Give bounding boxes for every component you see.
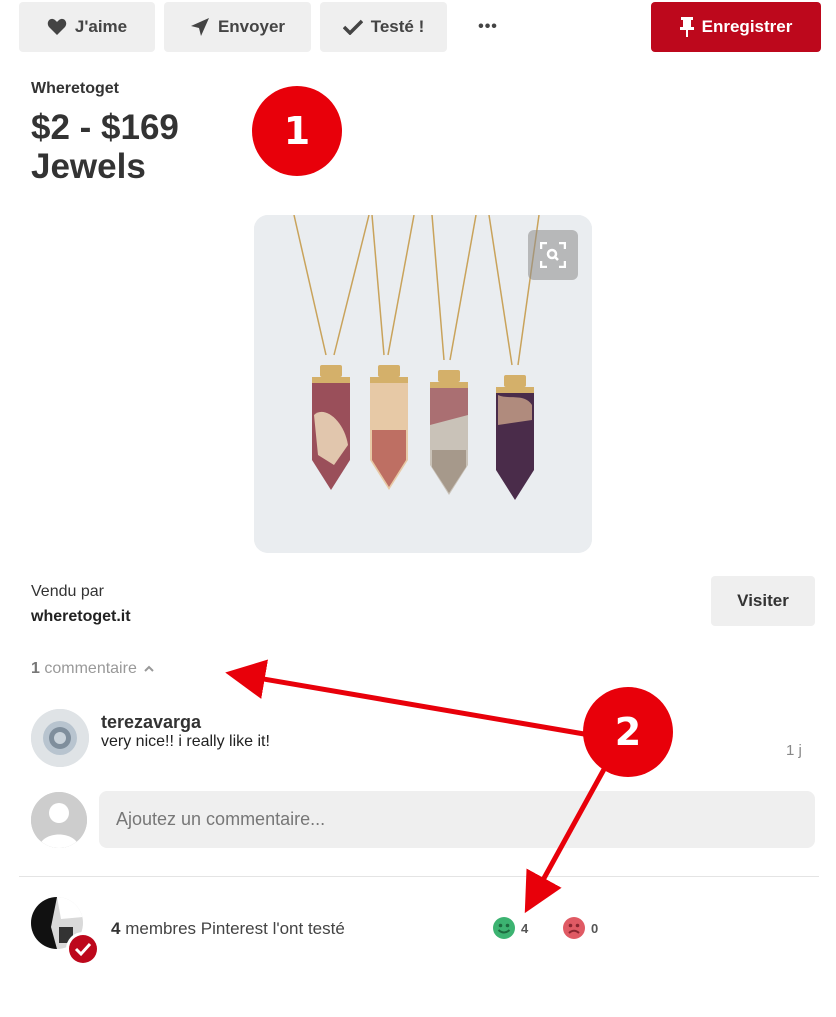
annotation-badge-2: 2 [583,687,673,777]
sad-face-icon [563,917,585,939]
sold-by-label: Vendu par [31,583,104,600]
more-options-button[interactable]: ••• [459,2,517,52]
pin-image[interactable] [254,215,592,553]
tried-button[interactable]: Testé ! [320,2,447,52]
comment-timestamp: 1 j [786,742,802,759]
tried-avatar-image [31,897,100,966]
comment-author[interactable]: terezavarga [101,712,201,733]
comments-toggle[interactable]: 1 commentaire [31,660,155,678]
pin-source[interactable]: Wheretoget [31,80,119,98]
negative-count: 0 [591,920,599,936]
visual-search-icon [540,242,566,268]
like-button[interactable]: J'aime [19,2,155,52]
negative-reaction[interactable]: 0 [563,917,598,939]
action-toolbar: J'aime Envoyer Testé ! ••• Enregistrer [0,0,836,55]
arrow-to-comments [225,659,591,738]
visual-search-button[interactable] [528,230,578,280]
save-label: Enregistrer [701,17,793,36]
tried-label: membres Pinterest l'ont testé [125,919,345,938]
tried-label: Testé ! [370,17,425,36]
comments-count: 1 [31,660,40,677]
add-comment-input[interactable] [99,791,815,848]
checkmark-icon [342,19,363,35]
send-button[interactable]: Envoyer [164,2,311,52]
visit-button[interactable]: Visiter [711,576,815,626]
heart-icon [47,18,67,35]
happy-face-icon [493,917,515,939]
tried-count-text: 4 membres Pinterest l'ont testé [111,919,345,939]
annotation-badge-1: 1 [252,86,342,176]
save-button[interactable]: Enregistrer [651,2,821,52]
like-label: J'aime [74,17,128,36]
user-placeholder-icon [31,792,87,848]
seller-link[interactable]: wheretoget.it [31,608,131,626]
positive-count: 4 [521,920,529,936]
send-icon [190,18,209,36]
commenter-avatar[interactable] [31,709,89,767]
chevron-up-icon [144,665,154,672]
send-label: Envoyer [217,17,286,36]
pin-icon [679,17,694,37]
more-dots-icon: ••• [478,18,498,35]
current-user-avatar [31,792,87,848]
tried-count: 4 [111,919,121,938]
positive-reaction[interactable]: 4 [493,917,528,939]
avatar-image [31,709,89,767]
comment-text: very nice!! i really like it! [101,733,270,750]
comments-count-label: commentaire [44,660,137,677]
divider [19,876,819,877]
tried-by-avatar[interactable] [31,897,101,967]
